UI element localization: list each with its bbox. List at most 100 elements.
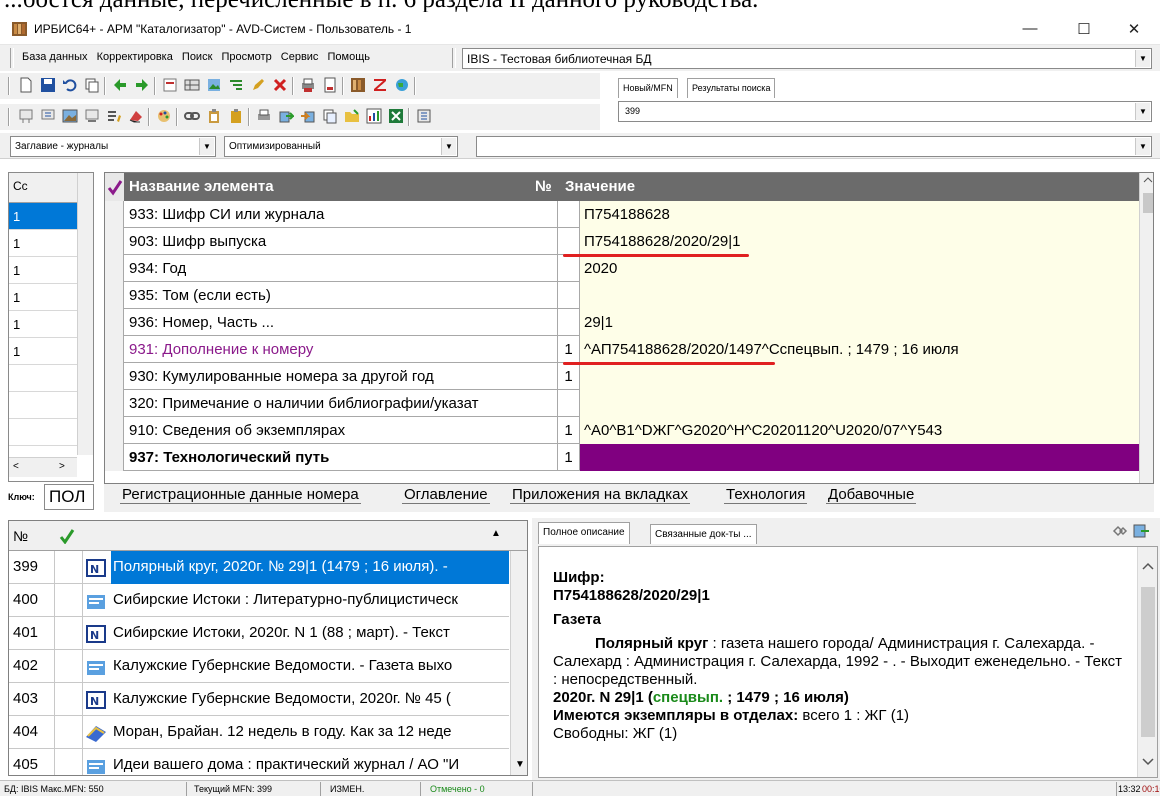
picture-icon[interactable] [62,108,78,124]
duplicate-icon[interactable] [322,108,338,124]
tab-full-description[interactable]: Полное описание [538,522,630,544]
tab-attachments[interactable]: Приложения на вкладках [510,486,691,504]
dictionary-row[interactable]: 1 [9,284,77,311]
record-row[interactable]: 402 Калужские Губернские Ведомости. - Газ… [9,650,509,683]
field-value[interactable] [580,282,1139,309]
mfn-input[interactable]: 399 ▼ [618,101,1152,122]
record-mark[interactable] [55,617,83,650]
menu-help[interactable]: Помощь [328,51,371,63]
field-value[interactable]: 2020 [580,255,1139,282]
dictionary-row[interactable] [9,419,77,446]
edit-icon[interactable] [250,77,266,93]
dictionary-row[interactable]: 1 [9,338,77,365]
dictionary-row[interactable]: 1 [9,230,77,257]
format-alt-icon[interactable] [40,108,56,124]
field-row[interactable]: 931: Дополнение к номеру 1 ^АП754188628/20… [105,336,1139,363]
field-row[interactable]: 903: Шифр выпуска П754188628/2020/29|1 [105,228,1139,255]
field-row[interactable]: 910: Сведения об экземплярах 1 ^A0^B1^DЖГ^… [105,417,1139,444]
menu-database[interactable]: База данных [22,51,88,63]
chevron-down-icon[interactable]: ▼ [1135,103,1150,120]
record-row[interactable]: 399 N Полярный круг, 2020г. № 29|1 (1479 ;… [9,551,509,584]
link-icon[interactable] [1112,524,1128,538]
mode-select[interactable]: Оптимизированный ▼ [224,136,458,157]
chevron-up-icon[interactable]: ▲ [491,528,501,539]
record-row[interactable]: 400 Сибирские Истоки : Литературно-публиц… [9,584,509,617]
link-icon[interactable] [184,108,200,124]
maximize-button[interactable]: ☐ [1074,20,1094,38]
format-select[interactable]: ▼ [476,136,1152,157]
record-mark[interactable] [55,749,83,775]
record-mark[interactable] [55,683,83,716]
clear-icon[interactable] [128,108,144,124]
clipboard-icon[interactable] [228,108,244,124]
settings-icon[interactable] [416,108,432,124]
field-row[interactable]: 930: Кумулированные номера за другой год… [105,363,1139,390]
chevron-down-icon[interactable]: ▼ [1135,138,1150,155]
record-row[interactable]: 405 Идеи вашего дома : практический журна… [9,749,509,775]
save-icon[interactable] [40,77,56,93]
import-icon[interactable] [300,108,316,124]
list-edit-icon[interactable] [106,108,122,124]
field-value[interactable]: ^АП754188628/2020/1497^Сспецвып. ; 1479 … [580,336,1139,363]
library-icon[interactable] [350,77,366,93]
z3950-icon[interactable] [372,77,388,93]
record-mark[interactable] [55,716,83,749]
record-list-scrollbar[interactable]: ▼ [510,551,527,775]
dictionary-scrollbar[interactable] [77,173,93,455]
field-value[interactable] [580,390,1139,417]
column-value-header[interactable]: Значение [565,178,635,195]
menu-view[interactable]: Просмотр [221,51,271,63]
field-value[interactable]: 29|1 [580,309,1139,336]
field-row[interactable]: 935: Том (если есть) [105,282,1139,309]
record-mark[interactable] [55,584,83,617]
folder-icon[interactable] [344,108,360,124]
field-row[interactable]: 933: Шифр СИ или журнала П754188628 [105,201,1139,228]
image-edit-icon[interactable] [206,77,222,93]
form-icon[interactable] [84,108,100,124]
field-value[interactable]: ^A0^B1^DЖГ^G2020^H^C20201120^U2020/07^Y5… [580,417,1139,444]
field-row[interactable]: 934: Год 2020 [105,255,1139,282]
new-record-icon[interactable] [18,77,34,93]
worksheet-select[interactable]: Заглавие - журналы ▼ [10,136,216,157]
export-icon[interactable] [278,108,294,124]
chevron-down-icon[interactable]: ▼ [1135,50,1150,67]
chevron-down-icon[interactable]: ▼ [515,759,525,770]
minimize-button[interactable]: — [1020,20,1040,38]
tab-registration[interactable]: Регистрационные данные номера [120,486,361,504]
excel-icon[interactable] [388,108,404,124]
dictionary-row[interactable] [9,365,77,392]
grid-scrollbar[interactable] [1139,173,1154,483]
field-row[interactable]: 937: Технологический путь 1 [105,444,1139,471]
dictionary-row[interactable] [9,392,77,419]
record-row[interactable]: 401 N Сибирские Истоки, 2020г. N 1 (88 ; м… [9,617,509,650]
chevron-down-icon[interactable] [1141,757,1155,767]
chevron-up-icon[interactable] [1140,173,1154,187]
field-row[interactable]: 320: Примечание о наличии библиографии/у… [105,390,1139,417]
tab-new-mfn[interactable]: Новый/MFN [618,78,678,98]
column-name-header[interactable]: Название элемента [129,178,274,195]
column-num-header[interactable]: № [535,178,552,195]
document-icon[interactable] [322,77,338,93]
menu-search[interactable]: Поиск [182,51,212,63]
field-value[interactable] [580,363,1139,390]
table-icon[interactable] [184,77,200,93]
insert-field-icon[interactable] [162,77,178,93]
globe-icon[interactable] [394,77,410,93]
chart-icon[interactable] [366,108,382,124]
tab-technology[interactable]: Технология [724,486,808,504]
tab-contents[interactable]: Оглавление [402,486,490,504]
menu-edit[interactable]: Корректировка [97,51,173,63]
description-scrollbar[interactable] [1137,547,1157,777]
field-value-selected[interactable] [580,444,1139,471]
chevron-right-icon[interactable]: > [59,461,65,472]
scrollbar-thumb[interactable] [1141,587,1155,737]
tab-linked-documents[interactable]: Связанные док-ты ... [650,524,757,544]
close-button[interactable]: ✕ [1124,20,1144,38]
chevron-down-icon[interactable]: ▼ [441,138,456,155]
dictionary-row[interactable]: 1 [9,311,77,338]
previous-record-icon[interactable] [112,77,128,93]
record-row[interactable]: 404 Моран, Брайан. 12 недель в году. Как … [9,716,509,749]
menu-service[interactable]: Сервис [281,51,319,63]
copy-record-icon[interactable] [84,77,100,93]
database-select[interactable]: IBIS - Тестовая библиотечная БД ▼ [462,48,1152,69]
